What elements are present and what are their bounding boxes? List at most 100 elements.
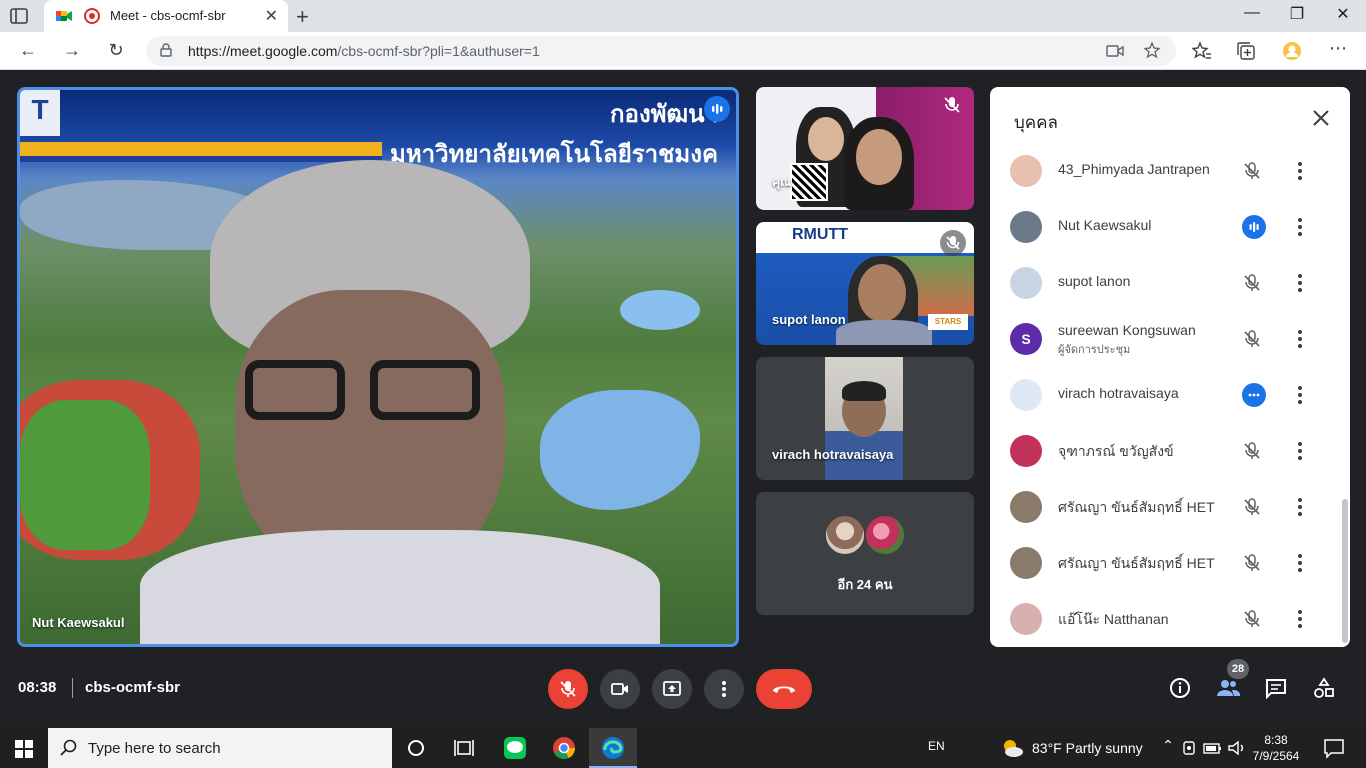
new-tab-icon[interactable]: + <box>296 4 309 30</box>
participant-more-icon[interactable] <box>1296 215 1304 239</box>
lock-icon[interactable] <box>160 43 172 57</box>
participant-name: Nut Kaewsakul <box>1058 217 1152 233</box>
other-avatar <box>824 514 866 556</box>
leave-call-button[interactable] <box>756 669 812 709</box>
participant-more-icon[interactable] <box>1296 383 1304 407</box>
participant-more-icon[interactable] <box>1296 551 1304 575</box>
self-tile-name: คุณ <box>772 175 792 189</box>
participant-more-icon[interactable] <box>1296 439 1304 463</box>
meeting-details-button[interactable] <box>1163 671 1197 705</box>
partly-sunny-icon[interactable] <box>1000 736 1024 760</box>
chrome-icon[interactable] <box>552 736 576 760</box>
participant-tile-supot[interactable]: RMUTT STARS supot lanon <box>756 222 974 345</box>
participant-tile-virach[interactable]: virach hotravaisaya <box>756 357 974 480</box>
taskbar-clock[interactable]: 8:38 7/9/2564 <box>1252 732 1300 764</box>
audio-active-icon <box>1242 383 1266 407</box>
url-text[interactable]: https://meet.google.com/cbs-ocmf-sbr?pli… <box>188 43 540 59</box>
forward-icon[interactable]: → <box>60 40 84 61</box>
participant-more-icon[interactable] <box>1296 271 1304 295</box>
close-panel-icon[interactable] <box>1310 107 1332 129</box>
profile-avatar-icon[interactable] <box>1282 41 1302 61</box>
task-view-icon[interactable] <box>452 736 476 760</box>
address-bar[interactable]: https://meet.google.com/cbs-ocmf-sbr?pli… <box>146 36 1176 66</box>
line-app-icon[interactable] <box>503 736 527 760</box>
activities-button[interactable] <box>1307 671 1341 705</box>
participant-shirt <box>836 320 932 345</box>
more-options-button[interactable] <box>704 669 744 709</box>
main-speaker-tile[interactable]: T กองพัฒนา มหาวิทยาลัยเทคโนโลยีราชมงค Nu… <box>17 87 739 647</box>
network-icon[interactable] <box>1180 736 1198 760</box>
participant-row[interactable]: จุฑาภรณ์ ขวัญสังข์ <box>990 423 1350 479</box>
participant-row[interactable]: 43_Phimyada Jantrapen <box>990 143 1350 199</box>
minimize-icon[interactable]: — <box>1232 4 1272 22</box>
browser-tab-bar: Meet - cbs-ocmf-sbr ✕ + — ❐ ✕ <box>0 0 1366 32</box>
virach-tile-name: virach hotravaisaya <box>772 447 894 462</box>
participant-row[interactable]: Nut Kaewsakul <box>990 199 1350 255</box>
mic-off-icon <box>946 236 960 250</box>
microphone-toggle-button[interactable] <box>548 669 588 709</box>
participant-tile-self[interactable]: คุณ <box>756 87 974 210</box>
mic-off-icon <box>1244 162 1260 179</box>
taskbar-edge-active[interactable] <box>589 728 637 768</box>
add-favorite-icon[interactable] <box>1144 42 1162 60</box>
background-lagoon <box>540 390 700 510</box>
reload-icon[interactable]: ↻ <box>104 40 128 61</box>
show-hidden-icons-icon[interactable]: ⌃ <box>1156 737 1180 761</box>
participant-avatar <box>1010 491 1042 523</box>
participant-more-icon[interactable] <box>1296 495 1304 519</box>
weather-text[interactable]: 83°F Partly sunny <box>1032 740 1143 756</box>
qr-code <box>790 163 828 201</box>
mic-off-icon <box>944 97 960 113</box>
tab-close-icon[interactable]: ✕ <box>265 6 278 26</box>
participant-row[interactable]: ศรัณญา ขันธ์สัมฤทธิ์ HET <box>990 479 1350 535</box>
slide-heading-secondary: มหาวิทยาลัยเทคโนโลยีราชมงค <box>390 141 719 168</box>
meeting-code: cbs-ocmf-sbr <box>85 679 181 696</box>
browser-tab-meet[interactable]: Meet - cbs-ocmf-sbr ✕ <box>44 0 288 32</box>
window-close-icon[interactable]: ✕ <box>1323 4 1363 24</box>
participant-row[interactable]: Ssureewan Kongsuwan ผู้จัดการประชุม <box>990 311 1350 367</box>
speaker-glasses-right <box>370 360 480 420</box>
tab-actions-icon[interactable] <box>10 7 28 25</box>
participant-more-icon[interactable] <box>1296 327 1304 351</box>
browser-menu-icon[interactable]: ⋯ <box>1326 38 1350 59</box>
mic-off-icon <box>560 681 576 697</box>
url-path: /cbs-ocmf-sbr?pli=1&authuser=1 <box>337 43 540 59</box>
mic-off-icon <box>1244 610 1260 627</box>
participant-avatar <box>1010 211 1042 243</box>
camera-permission-icon[interactable] <box>1106 42 1124 60</box>
volume-icon[interactable] <box>1227 736 1247 760</box>
meet-stage: T กองพัฒนา มหาวิทยาลัยเทคโนโลยีราชมงค Nu… <box>0 71 1366 659</box>
participant-row[interactable]: virach hotravaisaya <box>990 367 1350 423</box>
mic-off-icon <box>1244 498 1260 515</box>
battery-icon[interactable] <box>1203 736 1223 760</box>
participant-row[interactable]: แอ๊โน๊ะ Natthanan <box>990 591 1350 647</box>
participant-name: จุฑาภรณ์ ขวัญสังข์ <box>1058 443 1174 459</box>
collections-icon[interactable] <box>1236 41 1256 61</box>
participant-row[interactable]: supot lanon <box>990 255 1350 311</box>
cortana-icon[interactable] <box>404 736 428 760</box>
participant-name: 43_Phimyada Jantrapen <box>1058 161 1210 177</box>
notifications-icon[interactable] <box>1322 736 1346 760</box>
favorites-icon[interactable] <box>1192 41 1212 61</box>
participant-more-icon[interactable] <box>1296 159 1304 183</box>
speaker-shirt <box>140 530 660 644</box>
panel-scrollbar[interactable] <box>1342 499 1348 643</box>
others-tile[interactable]: อีก 24 คน <box>756 492 974 615</box>
windows-start-icon[interactable] <box>15 740 33 758</box>
restore-icon[interactable]: ❐ <box>1277 4 1317 24</box>
input-language[interactable]: EN <box>928 739 945 753</box>
mic-off-icon <box>1244 442 1260 459</box>
slide-brand: RMUTT <box>792 226 848 243</box>
participant-name: virach hotravaisaya <box>1058 385 1179 401</box>
participant-more-icon[interactable] <box>1296 607 1304 631</box>
participant-face <box>858 264 906 322</box>
participant-row[interactable]: ศรัณญา ขันธ์สัมฤทธิ์ HET <box>990 535 1350 591</box>
present-screen-button[interactable] <box>652 669 692 709</box>
chat-button[interactable] <box>1259 671 1293 705</box>
browser-nav-bar: ← → ↻ https://meet.google.com/cbs-ocmf-s… <box>0 32 1366 70</box>
people-panel: บุคคล 43_Phimyada Jantrapen Nut Kaewsakul… <box>990 87 1350 647</box>
camera-toggle-button[interactable] <box>600 669 640 709</box>
background-field <box>20 400 150 550</box>
taskbar-search-box[interactable]: Type here to search <box>48 728 392 768</box>
back-icon[interactable]: ← <box>16 40 40 61</box>
